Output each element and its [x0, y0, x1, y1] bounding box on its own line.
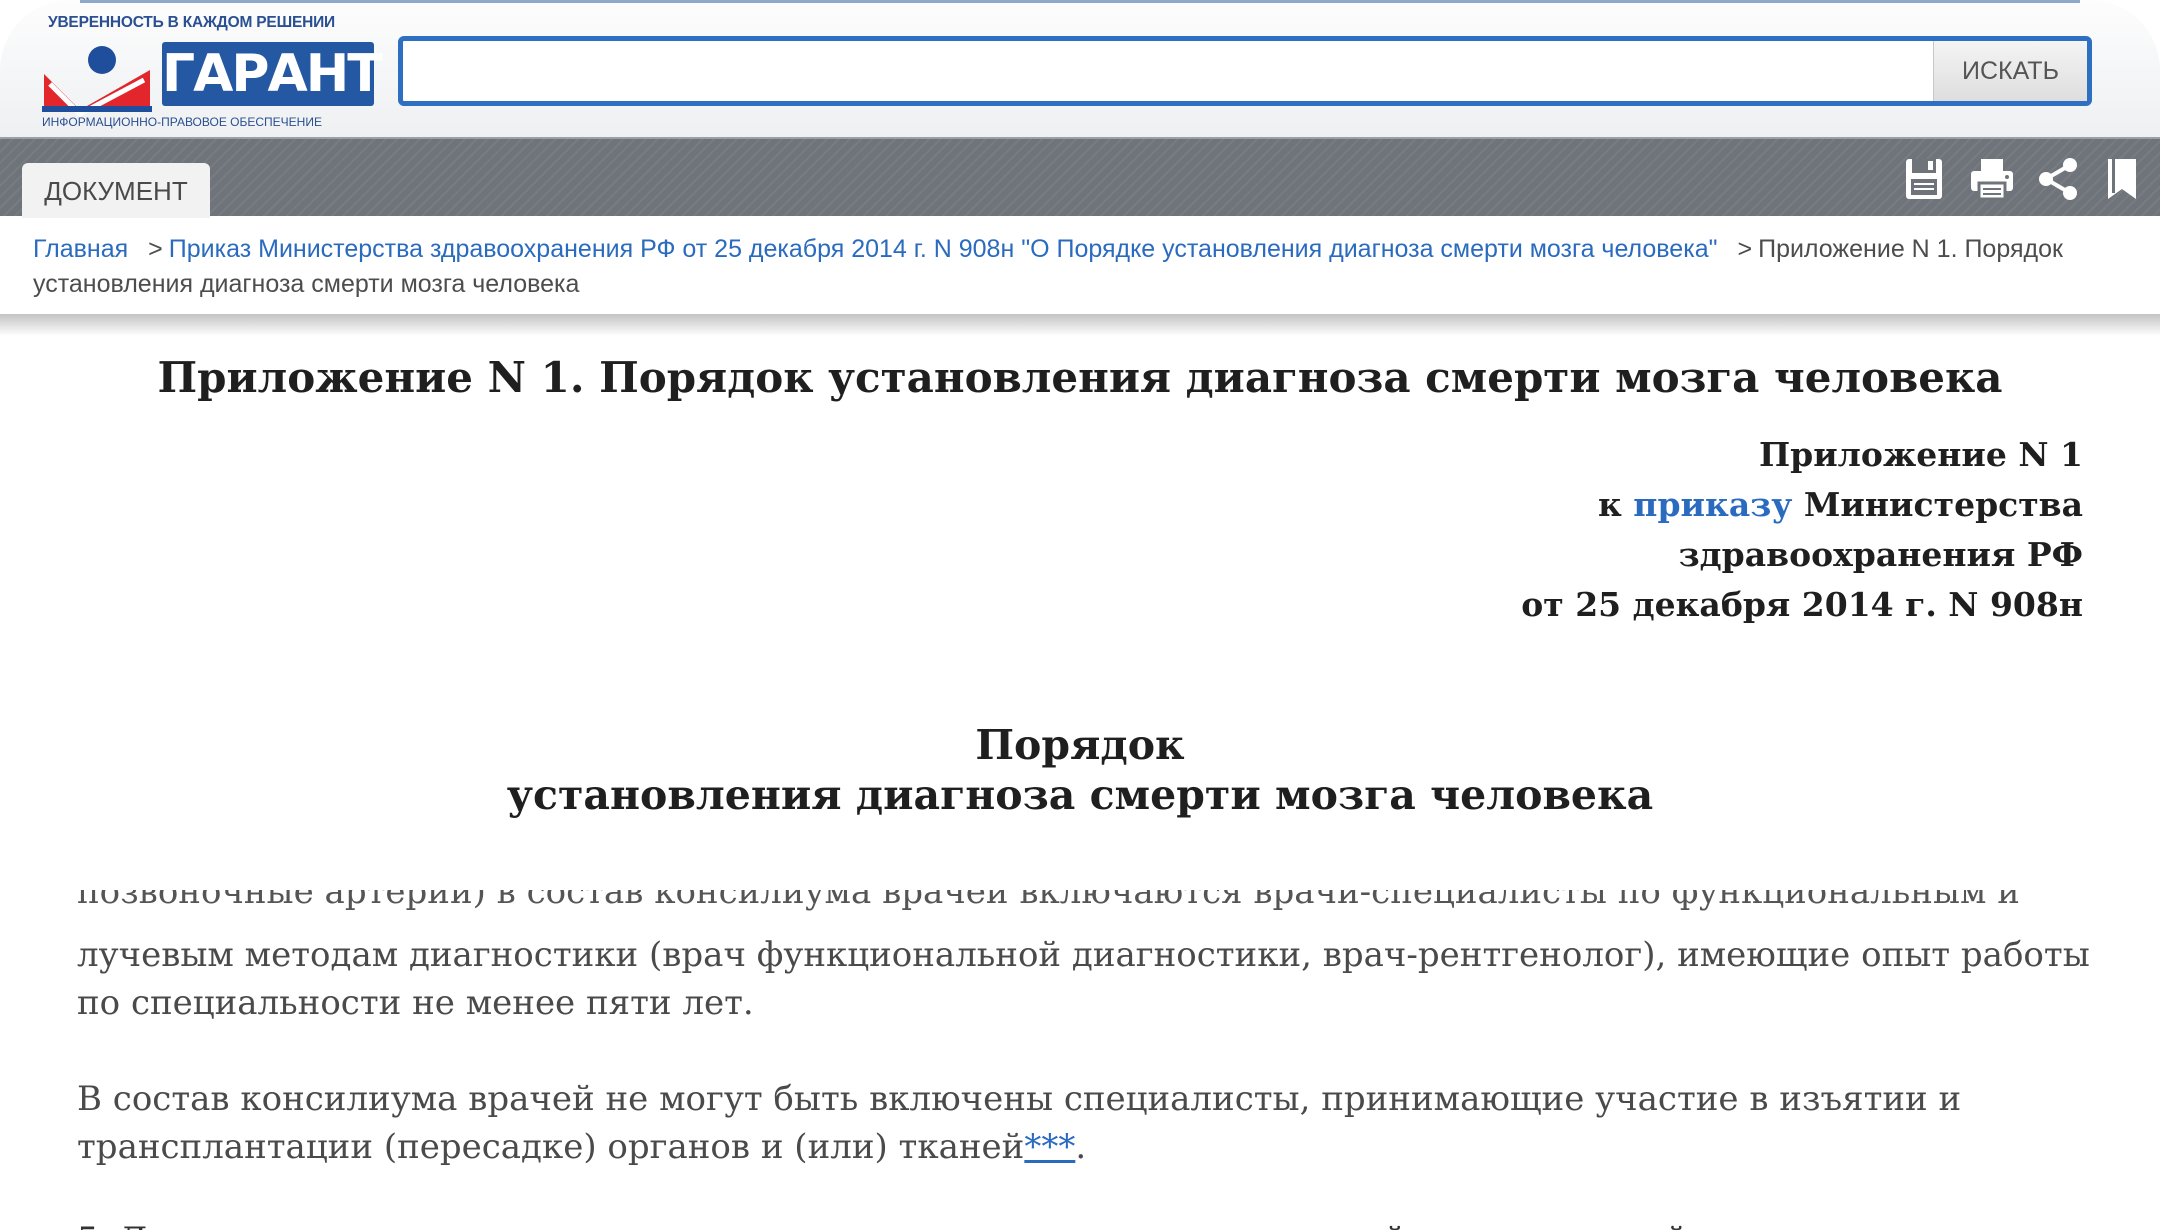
clipped-text: позвоночные артерии) в состав консилиума…: [77, 890, 2020, 912]
annex-line: к приказу Министерства: [1521, 480, 2083, 530]
share-icon: [2039, 158, 2077, 200]
breadcrumb-divider: [0, 314, 2160, 336]
breadcrumb-order-link[interactable]: Приказ Министерства здравоохранения РФ о…: [169, 235, 1718, 263]
paragraph: В состав консилиума врачей не могут быть…: [77, 1075, 2107, 1171]
save-icon: [1906, 159, 1942, 199]
annex-text: Министерства: [1792, 485, 2083, 524]
paragraph-text: В состав консилиума врачей не могут быть…: [77, 1079, 1962, 1167]
breadcrumb-separator: >: [148, 235, 163, 263]
save-button[interactable]: [1900, 155, 1948, 203]
footnote-link[interactable]: ***: [1024, 1127, 1075, 1167]
breadcrumb-separator: >: [1737, 235, 1753, 263]
print-button[interactable]: [1968, 155, 2016, 203]
garant-logo[interactable]: УВЕРЕННОСТЬ В КАЖДОМ РЕШЕНИИ ГАРАНТ ИНФО…: [40, 12, 383, 132]
cut-off-text: 5. Диагноз смерти мозга человека устанав…: [77, 1216, 2107, 1230]
cut-off-paragraph: 5. Диагноз смерти мозга человека устанав…: [77, 1216, 2107, 1230]
tab-document[interactable]: ДОКУМЕНТ: [22, 163, 210, 218]
annex-text: к: [1597, 485, 1634, 524]
annex-line: здравоохранения РФ: [1678, 535, 2083, 574]
logo-wordmark: ГАРАНТ: [162, 42, 383, 106]
search-input[interactable]: [403, 41, 1933, 101]
annex-line: от 25 декабря 2014 г. N 908н: [1521, 585, 2083, 624]
share-button[interactable]: [2034, 155, 2082, 203]
breadcrumb: Главная > Приказ Министерства здравоохране…: [33, 232, 2128, 302]
header-top-border: [80, 0, 2080, 3]
document-title: Приложение N 1. Порядок установления диа…: [157, 353, 2003, 402]
print-icon: [1971, 159, 2013, 201]
section-heading-line: Порядок: [975, 721, 1185, 769]
order-link[interactable]: приказу: [1633, 485, 1792, 524]
search-form: ИСКАТЬ: [398, 36, 2092, 106]
section-heading: Порядок установления диагноза смерти моз…: [0, 720, 2160, 820]
scrolled-text-fragment: позвоночные артерии) в состав консилиума…: [77, 890, 2107, 920]
logo-subline: ИНФОРМАЦИОННО-ПРАВОВОЕ ОБЕСПЕЧЕНИЕ: [42, 115, 322, 129]
app-header: УВЕРЕННОСТЬ В КАЖДОМ РЕШЕНИИ ГАРАНТ ИНФО…: [0, 0, 2160, 137]
breadcrumb-home-link[interactable]: Главная: [33, 235, 128, 263]
bookmark-button[interactable]: [2098, 155, 2146, 203]
section-heading-line: установления диагноза смерти мозга челов…: [506, 771, 1654, 819]
annex-reference: Приложение N 1 к приказу Министерства зд…: [1521, 430, 2083, 630]
paragraph-end: .: [1075, 1127, 1087, 1167]
bookmark-icon: [2108, 159, 2136, 199]
search-button[interactable]: ИСКАТЬ: [1933, 41, 2087, 101]
annex-line: Приложение N 1: [1758, 435, 2083, 474]
paragraph: лучевым методам диагностики (врач функци…: [77, 935, 2090, 1023]
document-toolbar: ДОКУМЕНТ: [0, 137, 2160, 218]
logo-tagline: УВЕРЕННОСТЬ В КАЖДОМ РЕШЕНИИ: [48, 14, 335, 31]
